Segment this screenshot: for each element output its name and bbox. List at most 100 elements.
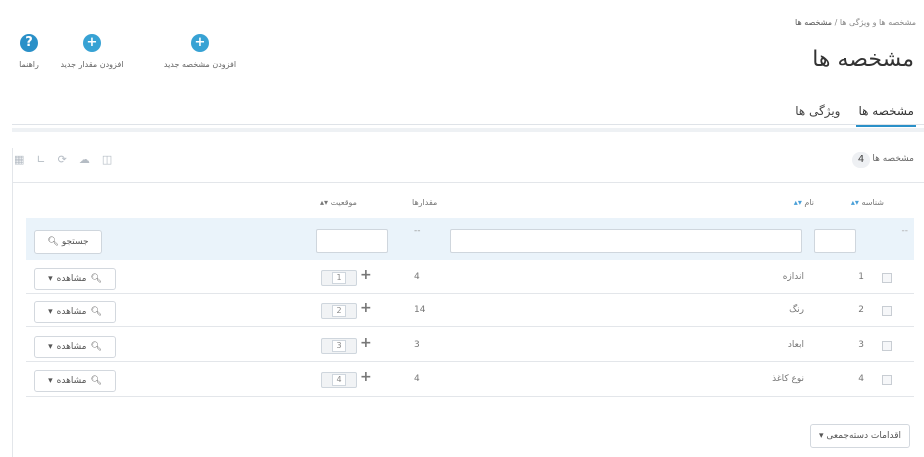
column-header-name-label: نام	[804, 198, 814, 207]
column-header-id[interactable]: شناسه ▾▴	[851, 198, 884, 207]
row-values: 4	[414, 374, 420, 384]
column-header-name[interactable]: نام ▾▴	[794, 198, 814, 207]
column-header-id-label: شناسه	[861, 198, 884, 207]
search-label: جستجو	[61, 237, 89, 247]
search-icon: 🔍︎	[90, 342, 102, 352]
row-name: اندازه	[782, 272, 804, 282]
row-checkbox[interactable]	[882, 341, 892, 351]
filter-bulk-placeholder: --	[901, 226, 909, 236]
row-name: نوع کاغذ	[772, 374, 804, 384]
row-divider	[26, 326, 914, 327]
add-feature-label: افزودن مشخصه جدید	[163, 60, 237, 69]
tab-attributes[interactable]: ویژگی ها	[793, 100, 842, 127]
bulk-actions-label: اقدامات دسته‌جمعی	[826, 431, 901, 441]
bulk-actions-button[interactable]: اقدامات دسته‌جمعی ▾	[809, 424, 910, 448]
caret-down-icon: ▾	[818, 431, 824, 441]
panel-border	[12, 148, 13, 457]
add-value-label: افزودن مقدار جدید	[60, 60, 124, 69]
row-checkbox[interactable]	[882, 273, 892, 283]
row-name: رنگ	[789, 305, 804, 315]
position-box[interactable]: 2	[321, 303, 357, 319]
search-icon: 🔍︎	[90, 376, 102, 386]
table-row[interactable]: 4 نوع کاغذ 4 + 4 ▾ مشاهده 🔍︎	[26, 366, 914, 396]
view-button[interactable]: ▾ مشاهده 🔍︎	[34, 301, 116, 323]
position-box[interactable]: 3	[321, 338, 357, 354]
help-label: راهنما	[19, 60, 39, 69]
view-label: مشاهده	[56, 307, 87, 317]
tab-bar: مشخصه ها ویژگی ها	[793, 100, 916, 127]
add-value-button[interactable]: + افزودن مقدار جدید	[52, 34, 132, 69]
position-value: 4	[332, 374, 346, 386]
caret-down-icon[interactable]: ▾	[48, 307, 53, 317]
drag-handle-icon[interactable]: +	[360, 369, 372, 385]
drag-handle-icon[interactable]: +	[360, 300, 372, 316]
filter-position-input[interactable]	[316, 229, 388, 253]
row-checkbox[interactable]	[882, 375, 892, 385]
breadcrumb-parent[interactable]: مشخصه ها و ویژگی ها	[840, 18, 916, 27]
row-divider	[26, 396, 914, 397]
filter-name-input[interactable]	[450, 229, 802, 253]
breadcrumb-current: مشخصه ها	[795, 18, 833, 27]
caret-down-icon[interactable]: ▾	[48, 342, 53, 352]
row-checkbox[interactable]	[882, 306, 892, 316]
caret-down-icon[interactable]: ▾	[48, 274, 53, 284]
database-icon[interactable]: ◫	[102, 153, 112, 166]
position-value: 2	[332, 305, 346, 317]
caret-down-icon[interactable]: ▾	[48, 376, 53, 386]
page-title: مشخصه ها	[812, 47, 914, 72]
row-values: 3	[414, 340, 420, 350]
panel-heading-label: مشخصه ها	[872, 154, 914, 164]
export-icon[interactable]: ∟	[36, 153, 45, 166]
breadcrumb: مشخصه ها و ویژگی ها / مشخصه ها	[795, 18, 916, 27]
filter-id-input[interactable]	[814, 229, 856, 253]
tab-features[interactable]: مشخصه ها	[856, 100, 916, 127]
refresh-icon[interactable]: ⟳	[58, 153, 67, 166]
add-feature-button[interactable]: + افزودن مشخصه جدید	[146, 34, 254, 69]
table-row[interactable]: 3 ابعاد 3 + 3 ▾ مشاهده 🔍︎	[26, 332, 914, 362]
panel-tools: ▦ ∟ ⟳ ☁ ◫	[14, 153, 112, 166]
count-badge: 4	[852, 152, 870, 168]
view-button[interactable]: ▾ مشاهده 🔍︎	[34, 336, 116, 358]
search-icon: 🔍︎	[90, 274, 102, 284]
column-header-position-label: موقعیت	[330, 198, 357, 207]
row-id: 3	[858, 340, 864, 350]
heading-divider	[12, 182, 924, 183]
sort-arrows-icon[interactable]: ▾▴	[851, 198, 859, 207]
row-id: 1	[858, 272, 864, 282]
drag-handle-icon[interactable]: +	[360, 335, 372, 351]
view-button[interactable]: ▾ مشاهده 🔍︎	[34, 370, 116, 392]
view-label: مشاهده	[56, 376, 87, 386]
row-values: 4	[414, 272, 420, 282]
row-id: 2	[858, 305, 864, 315]
sort-arrows-icon[interactable]: ▾▴	[794, 198, 802, 207]
position-box[interactable]: 4	[321, 372, 357, 388]
help-icon: ?	[20, 34, 38, 52]
column-header-position[interactable]: موقعیت ▾▴	[320, 198, 357, 207]
position-value: 3	[332, 340, 346, 352]
row-divider	[26, 361, 914, 362]
add-circle-icon: +	[83, 34, 101, 52]
drag-handle-icon[interactable]: +	[360, 267, 372, 283]
search-icon: 🔍︎	[90, 307, 102, 317]
sort-arrows-icon[interactable]: ▾▴	[320, 198, 328, 207]
sql-icon[interactable]: ▦	[14, 153, 24, 166]
view-label: مشاهده	[56, 274, 87, 284]
help-button[interactable]: ? راهنما	[8, 34, 50, 69]
tab-divider	[12, 124, 924, 125]
row-id: 4	[858, 374, 864, 384]
row-name: ابعاد	[787, 340, 804, 350]
cloud-icon[interactable]: ☁	[79, 153, 90, 166]
table-row[interactable]: 2 رنگ 14 + 2 ▾ مشاهده 🔍︎	[26, 297, 914, 327]
search-button[interactable]: جستجو 🔍︎	[34, 230, 102, 254]
add-circle-icon: +	[191, 34, 209, 52]
row-values: 14	[414, 305, 426, 315]
view-label: مشاهده	[56, 342, 87, 352]
table-row[interactable]: 1 اندازه 4 + 1 ▾ مشاهده 🔍︎	[26, 264, 914, 294]
filter-values-placeholder: --	[414, 226, 421, 236]
view-button[interactable]: ▾ مشاهده 🔍︎	[34, 268, 116, 290]
breadcrumb-separator: /	[834, 18, 838, 27]
position-box[interactable]: 1	[321, 270, 357, 286]
panel-top-bar	[12, 128, 924, 132]
column-header-values: مقدارها	[412, 198, 438, 207]
row-divider	[26, 293, 914, 294]
